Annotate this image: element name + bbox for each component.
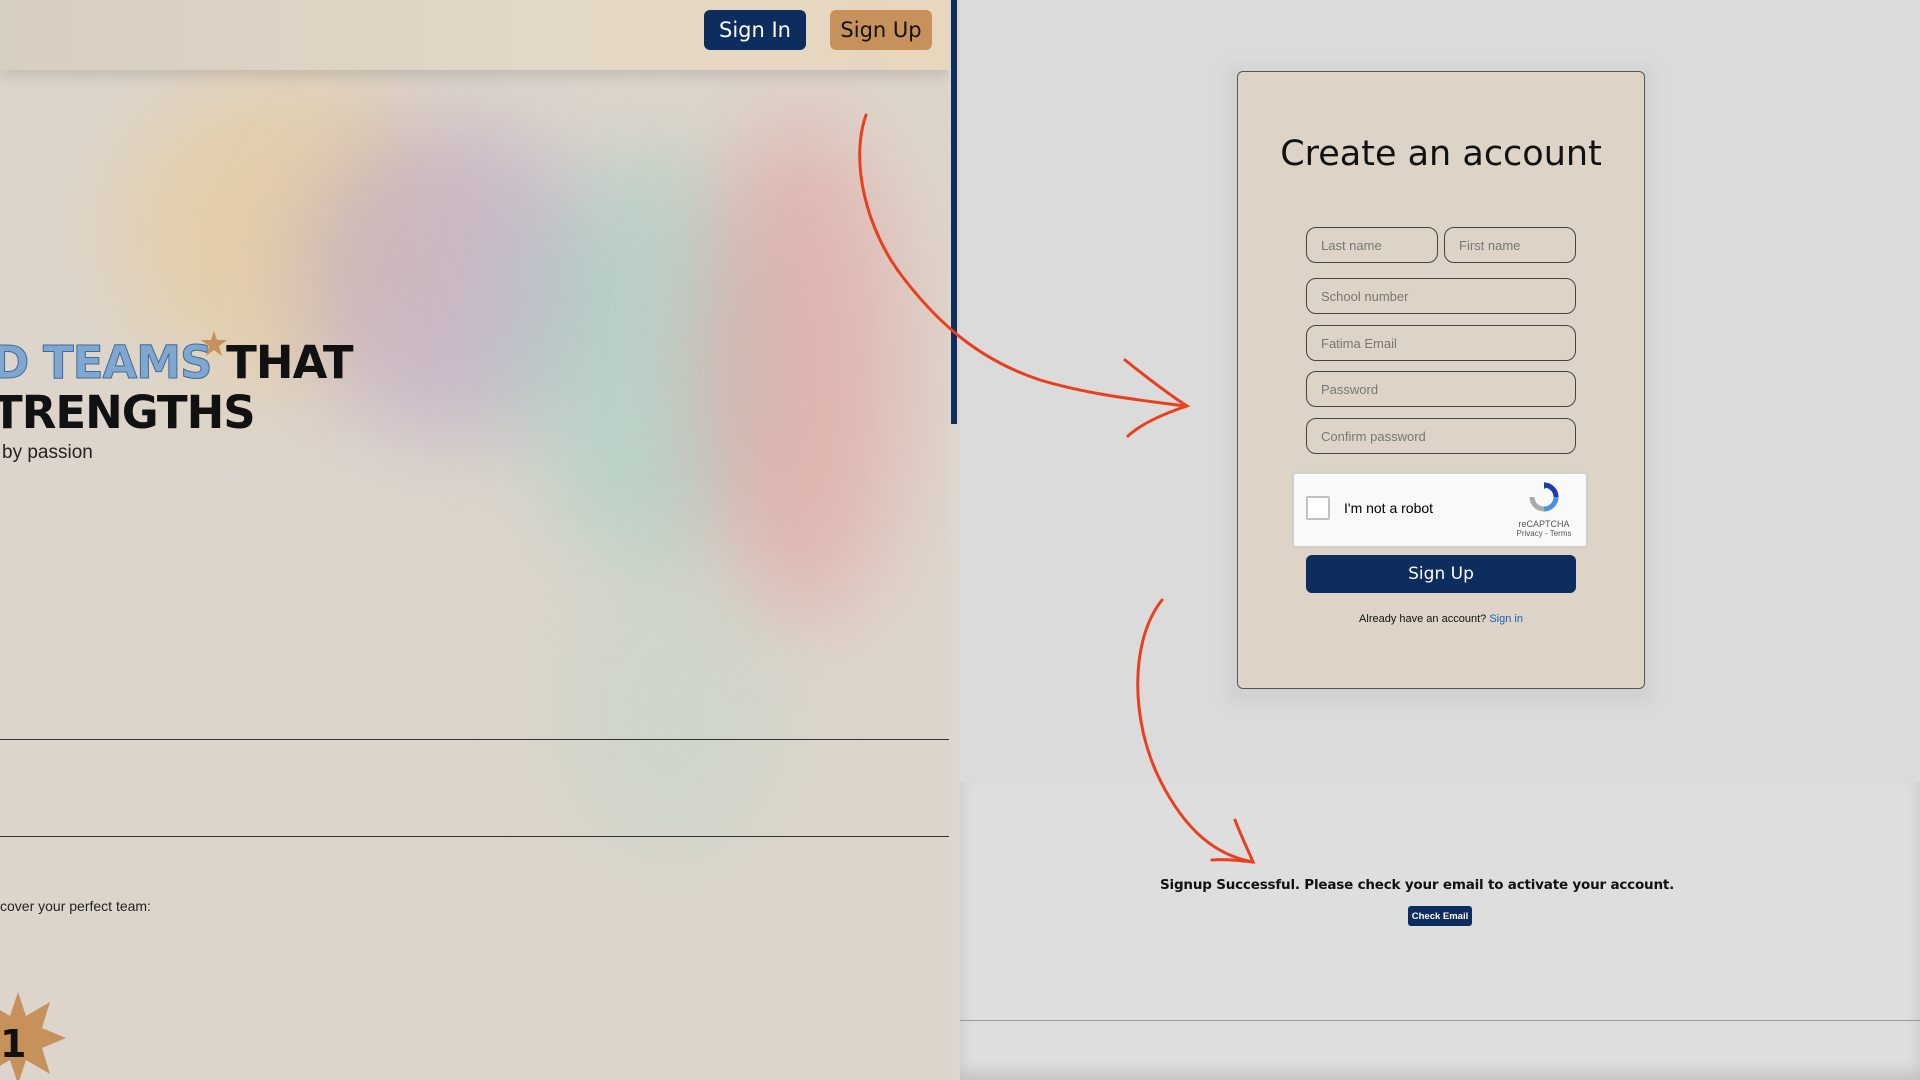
hero-line2-text: TRENGTHS: [0, 386, 256, 439]
scrollbar-thumb[interactable]: [951, 0, 957, 424]
signup-title: Create an account: [1280, 134, 1602, 174]
discover-text: cover your perfect team:: [0, 898, 151, 914]
recaptcha-widget: I'm not a robot reCAPTCHA Privacy - Term…: [1293, 473, 1587, 547]
recaptcha-label: I'm not a robot: [1344, 500, 1434, 516]
signup-submit-button[interactable]: Sign Up: [1306, 555, 1576, 593]
first-name-input[interactable]: [1444, 227, 1576, 263]
hero-accent-text: D TEAMS: [0, 336, 213, 389]
landing-page-panel: Sign In Sign Up D TEAMS THAT TRENGTHS by…: [0, 0, 949, 1080]
recaptcha-brand: reCAPTCHA: [1518, 519, 1570, 529]
recaptcha-logo: reCAPTCHA Privacy - Terms: [1514, 482, 1574, 538]
email-input[interactable]: [1306, 325, 1576, 361]
section-divider: [0, 836, 949, 837]
school-number-input[interactable]: [1306, 278, 1576, 314]
confirmation-panel: [960, 782, 1920, 1080]
background-gradient-blob: [700, 120, 900, 620]
star-icon: [201, 331, 227, 356]
recaptcha-checkbox[interactable]: [1306, 496, 1330, 520]
background-gradient-blob: [560, 560, 780, 860]
already-account-label: Already have an account?: [1359, 613, 1487, 625]
signup-success-message: Signup Successful. Please check your ema…: [1160, 877, 1675, 893]
last-name-input[interactable]: [1306, 227, 1438, 263]
recaptcha-icon: [1529, 482, 1559, 512]
recaptcha-links[interactable]: Privacy - Terms: [1514, 529, 1574, 538]
signup-card: Create an account I'm not a robot reCAPT…: [1237, 71, 1645, 689]
section-divider: [0, 739, 949, 740]
top-navigation-bar: Sign In Sign Up: [0, 0, 949, 70]
already-account-text: Already have an account? Sign in: [1238, 613, 1644, 625]
hero-subtitle: by passion: [2, 442, 93, 463]
step-number: 1: [0, 1022, 27, 1066]
bottom-divider: [960, 1020, 1920, 1021]
hero-heading: D TEAMS THAT TRENGTHS: [0, 336, 354, 439]
sign-in-link[interactable]: Sign in: [1489, 613, 1523, 625]
confirm-password-input[interactable]: [1306, 418, 1576, 454]
password-input[interactable]: [1306, 371, 1576, 407]
nav-sign-up-button[interactable]: Sign Up: [830, 10, 932, 50]
check-email-button[interactable]: Check Email: [1408, 906, 1472, 926]
hero-line1-text: THAT: [211, 336, 353, 389]
nav-sign-in-button[interactable]: Sign In: [704, 10, 806, 50]
